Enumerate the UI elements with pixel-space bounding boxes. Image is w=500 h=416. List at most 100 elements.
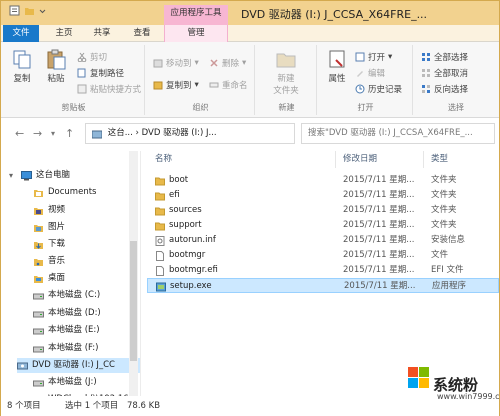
file-row[interactable]: support 2015/7/11 星期... 文件夹 (147, 218, 499, 233)
edit-button[interactable]: 编辑 (355, 67, 385, 79)
paste-shortcut-button[interactable]: 粘贴快捷方式 (77, 83, 141, 95)
column-divider[interactable] (335, 151, 336, 168)
file-type: 文件夹 (431, 220, 457, 230)
file-name-cell: sources (155, 203, 202, 218)
settings-file-icon (155, 235, 165, 246)
select-group: 全部选择 全部取消 反向选择 选择 (415, 45, 497, 115)
history-button[interactable]: 历史记录 (355, 83, 402, 95)
title-bar: 应用程序工具 DVD 驱动器 (I:) J_CCSA_X64FRE_... (1, 1, 499, 25)
copy-path-button[interactable]: 复制路径 (77, 67, 124, 79)
file-row[interactable]: autorun.inf 2015/7/11 星期... 安装信息 (147, 233, 499, 248)
nav-item[interactable]: WDCloud (\\192.16( (33, 392, 140, 396)
scrollbar-thumb[interactable] (130, 241, 137, 361)
delete-icon (209, 58, 219, 68)
move-to-button[interactable]: 移动到 ▾ (153, 57, 199, 69)
copy-to-icon (153, 80, 163, 90)
properties-button[interactable]: 属性 (323, 48, 351, 84)
column-divider[interactable] (423, 151, 424, 168)
properties-icon (326, 48, 348, 70)
folder-icon (155, 221, 165, 231)
open-group: 属性 打开 ▾ 编辑 历史记录 打开 (319, 45, 413, 115)
nav-item-label: 本地磁盘 (F:) (48, 343, 99, 353)
new-group: 新建 文件夹 新建 (257, 45, 317, 115)
invert-selection-button[interactable]: 反向选择 (421, 83, 468, 95)
nav-item-label: WDCloud (\\192.16( (48, 392, 132, 396)
context-tab-app-tools: 应用程序工具 (164, 5, 228, 25)
forward-arrow-icon[interactable]: → (33, 127, 42, 140)
chevron-down-icon: ▾ (242, 58, 247, 68)
rename-icon (209, 80, 219, 90)
tab-home[interactable]: 主页 (47, 25, 81, 42)
nav-item[interactable]: 这台电脑 (21, 168, 140, 183)
nav-item[interactable]: 音乐 (33, 254, 140, 269)
nav-item[interactable]: Documents (33, 185, 140, 200)
breadcrumb: 这台... › DVD 驱动器 (I:) J... (107, 128, 217, 138)
nav-item[interactable]: DVD 驱动器 (I:) J_CC (17, 358, 140, 373)
file-list: 名称 修改日期 类型 boot 2015/7/11 星期... 文件夹 efi 2015… (145, 151, 499, 396)
file-icon (155, 265, 165, 276)
chevron-down-icon[interactable] (39, 5, 46, 16)
file-name-cell: bootmgr.efi (155, 263, 218, 278)
file-date: 2015/7/11 星期... (343, 175, 415, 185)
chevron-down-icon[interactable]: ▾ (9, 168, 13, 183)
search-input[interactable]: 搜索"DVD 驱动器 (I:) J_CCSA_X64FRE_... (301, 123, 495, 144)
properties-icon[interactable] (9, 5, 20, 16)
nav-item[interactable]: 本地磁盘 (D:) (33, 306, 140, 321)
new-folder-button[interactable]: 新建 文件夹 (263, 48, 309, 96)
folder-icon[interactable] (24, 5, 35, 16)
file-name: efi (169, 190, 180, 200)
tab-manage[interactable]: 管理 (164, 25, 228, 42)
file-row[interactable]: sources 2015/7/11 星期... 文件夹 (147, 203, 499, 218)
documents-icon (33, 188, 44, 198)
file-row[interactable]: efi 2015/7/11 星期... 文件夹 (147, 188, 499, 203)
file-type: 应用程序 (432, 281, 467, 291)
organize-group-label: 组织 (192, 103, 209, 112)
nav-item[interactable]: 桌面 (33, 271, 140, 286)
tab-view[interactable]: 查看 (125, 25, 159, 42)
cut-button[interactable]: 剪切 (77, 51, 107, 63)
paste-button[interactable]: 粘贴 (43, 48, 69, 84)
disk-icon (33, 378, 44, 388)
nav-item[interactable]: 本地磁盘 (E:) (33, 323, 140, 338)
file-type: 文件夹 (431, 205, 457, 215)
nav-item[interactable]: 视频 (33, 203, 140, 218)
nav-item[interactable]: 图片 (33, 220, 140, 235)
file-date: 2015/7/11 星期... (343, 235, 415, 245)
nav-scrollbar[interactable] (129, 151, 138, 396)
tab-file[interactable]: 文件 (3, 25, 39, 42)
recent-locations-chevron-icon[interactable]: ▾ (51, 129, 55, 138)
delete-button[interactable]: 删除 ▾ (209, 57, 246, 69)
nav-item[interactable]: 本地磁盘 (J:) (33, 375, 140, 390)
file-name-cell: boot (155, 173, 188, 188)
column-header-name[interactable]: 名称 (155, 151, 172, 168)
desktop-icon (33, 274, 44, 284)
file-row[interactable]: setup.exe 2015/7/11 星期... 应用程序 (147, 278, 499, 293)
address-bar[interactable]: 这台... › DVD 驱动器 (I:) J... (85, 123, 295, 144)
column-header-type[interactable]: 类型 (431, 151, 448, 168)
file-row[interactable]: boot 2015/7/11 星期... 文件夹 (147, 173, 499, 188)
watermark-url: www.win7999.com (437, 392, 500, 401)
column-header-date[interactable]: 修改日期 (343, 151, 377, 168)
move-to-icon (153, 58, 163, 68)
rename-button[interactable]: 重命名 (209, 79, 248, 91)
copy-button[interactable]: 复制 (9, 48, 35, 84)
select-none-button[interactable]: 全部取消 (421, 67, 468, 79)
open-button[interactable]: 打开 ▾ (355, 51, 392, 63)
selected-count: 选中 1 个项目 (65, 401, 119, 411)
nav-item[interactable]: 本地磁盘 (F:) (33, 341, 140, 356)
file-row[interactable]: bootmgr.efi 2015/7/11 星期... EFI 文件 (147, 263, 499, 278)
select-all-button[interactable]: 全部选择 (421, 51, 468, 63)
tab-share[interactable]: 共享 (85, 25, 119, 42)
file-row[interactable]: bootmgr 2015/7/11 星期... 文件 (147, 248, 499, 263)
nav-item[interactable]: 本地磁盘 (C:) (33, 288, 140, 303)
file-name: support (169, 220, 202, 230)
chevron-down-icon: ▾ (194, 80, 199, 90)
clipboard-group-label: 剪贴板 (61, 103, 86, 112)
copy-to-button[interactable]: 复制到 ▾ (153, 79, 199, 91)
file-type: EFI 文件 (431, 265, 464, 275)
folder-icon (155, 191, 165, 201)
back-arrow-icon[interactable]: ← (15, 127, 24, 140)
nav-item[interactable]: 下载 (33, 237, 140, 252)
paste-label: 粘贴 (47, 74, 65, 84)
up-arrow-icon[interactable]: ↑ (65, 127, 74, 140)
